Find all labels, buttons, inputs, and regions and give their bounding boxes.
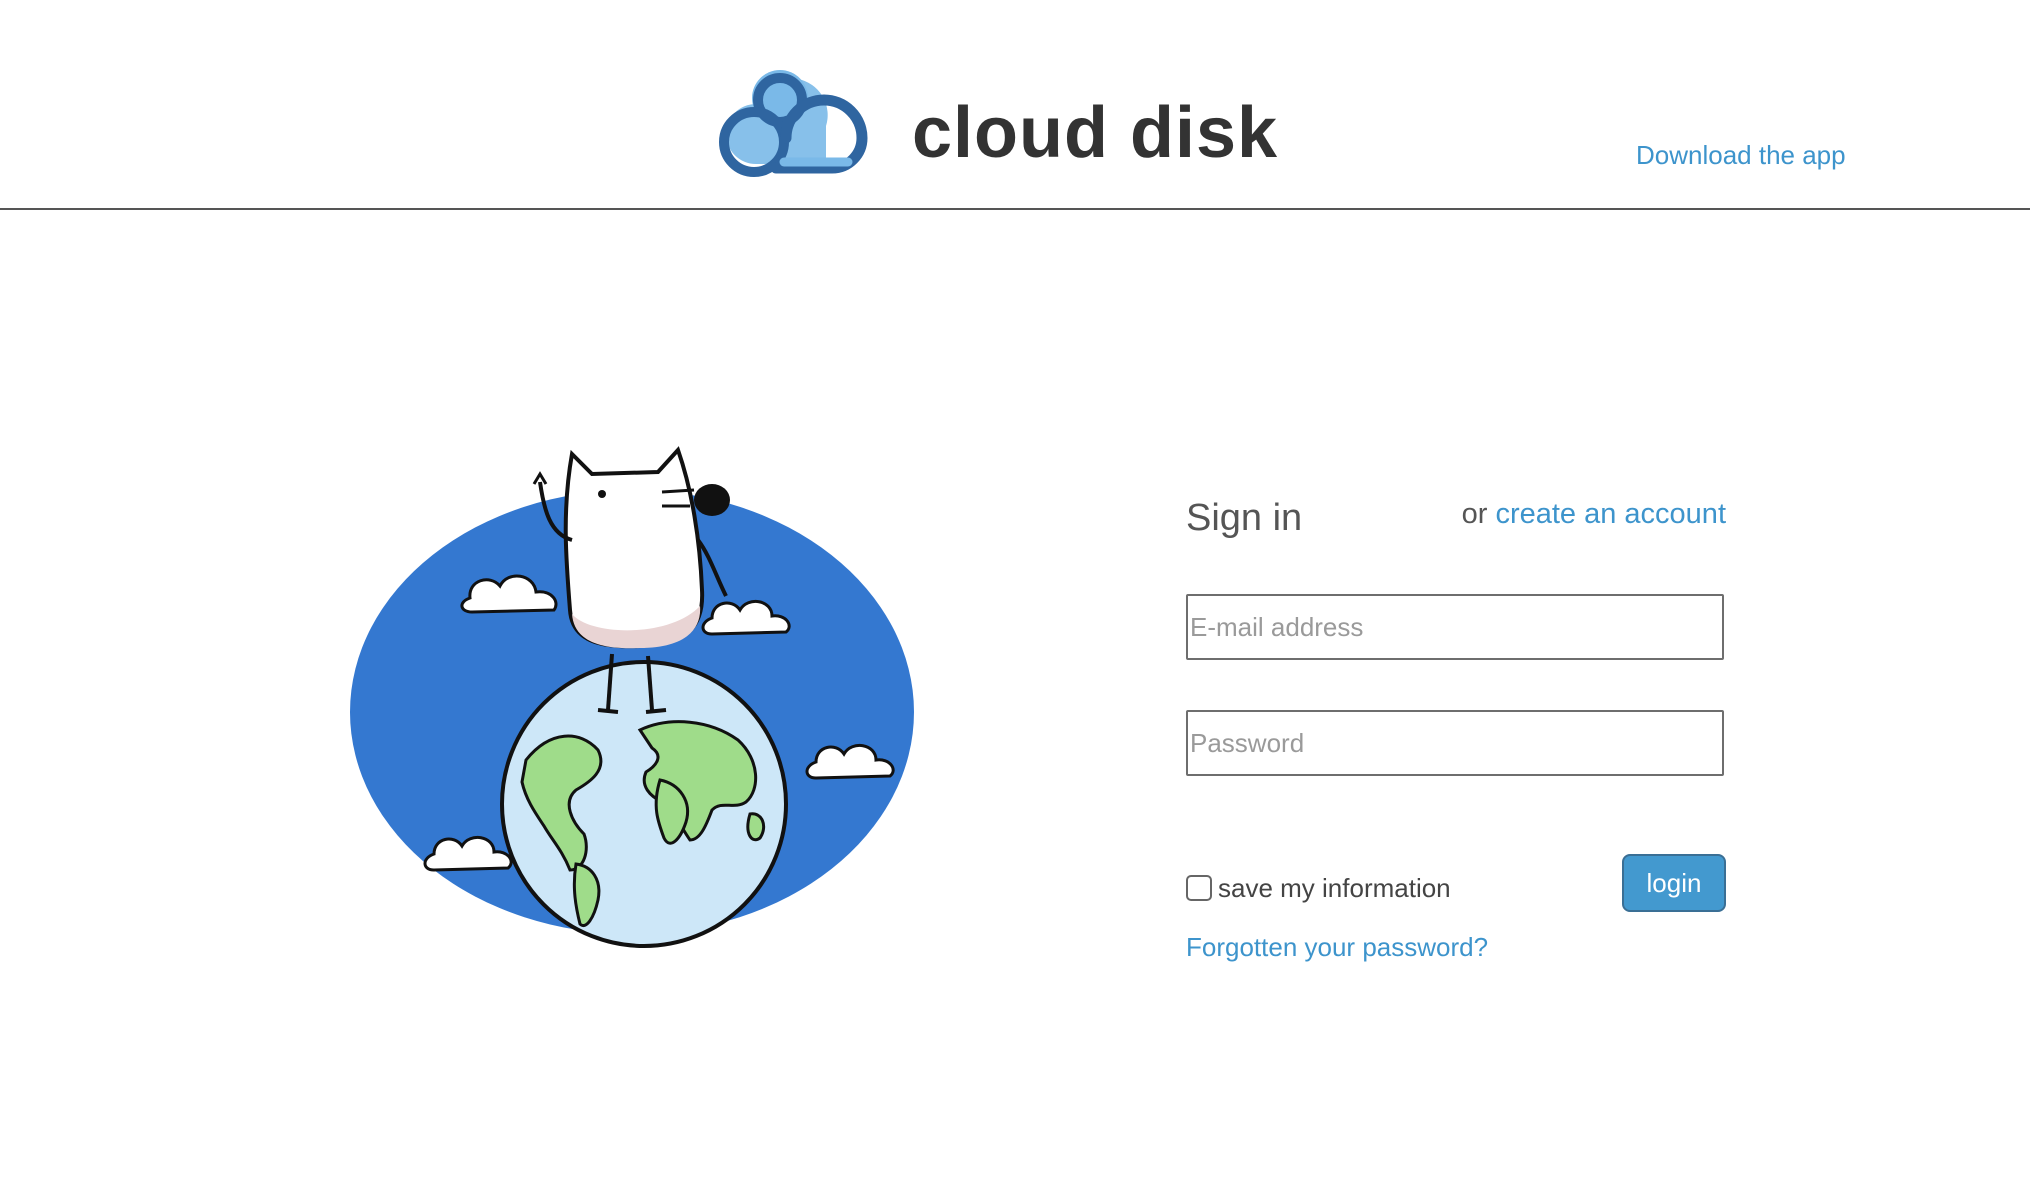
- dog-on-globe-illustration: [350, 446, 914, 948]
- create-account-link[interactable]: create an account: [1495, 498, 1726, 530]
- signin-form: Sign in or create an account save my inf…: [1186, 480, 1726, 980]
- save-info-option[interactable]: save my information: [1186, 868, 1451, 908]
- save-info-label: save my information: [1218, 873, 1451, 903]
- forgot-password-link[interactable]: Forgotten your password?: [1186, 930, 1488, 964]
- or-text: or: [1461, 498, 1496, 530]
- cloud-logo-icon: [719, 70, 868, 177]
- email-field[interactable]: [1186, 594, 1724, 660]
- login-button[interactable]: login: [1622, 854, 1726, 912]
- app-name: cloud disk: [912, 93, 1279, 173]
- create-account-prompt: or create an account: [1462, 494, 1726, 534]
- download-app-link[interactable]: Download the app: [1636, 138, 1846, 172]
- password-field[interactable]: [1186, 710, 1724, 776]
- signin-title: Sign in: [1186, 497, 1303, 539]
- save-info-checkbox[interactable]: [1186, 875, 1212, 901]
- header-bar: cloud disk Download the app: [0, 0, 2030, 210]
